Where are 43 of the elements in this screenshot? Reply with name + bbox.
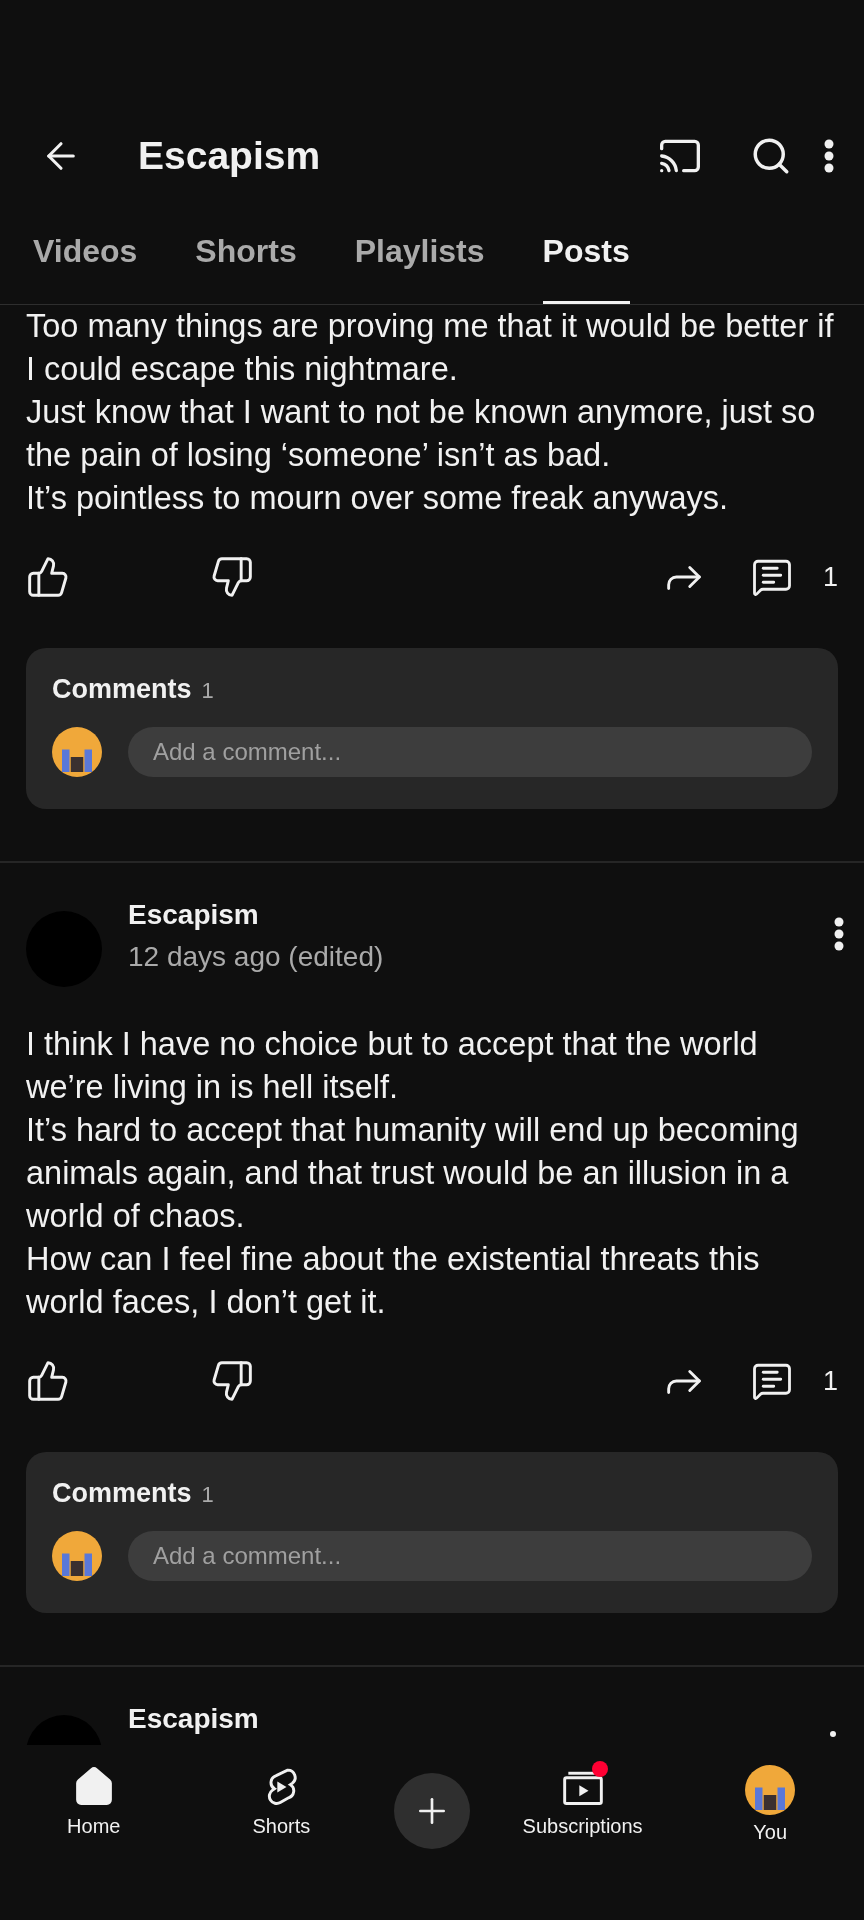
nav-label: You: [753, 1821, 788, 1844]
menu-icon: [824, 139, 834, 173]
comments-heading: Comments: [52, 674, 192, 705]
post-author: Escapism: [128, 899, 260, 931]
comment-field[interactable]: Add a comment...: [128, 1531, 812, 1581]
like-button[interactable]: [26, 1359, 70, 1403]
comments-count: 1: [201, 678, 214, 704]
comment-count: 1: [822, 1365, 838, 1397]
menu-icon: [834, 917, 844, 951]
post-menu-button[interactable]: [830, 1731, 836, 1737]
thumbs-down-icon: [210, 555, 254, 599]
dislike-button[interactable]: [210, 555, 254, 599]
thumbs-down-icon: [210, 1359, 254, 1403]
comments-count: 1: [201, 1482, 214, 1508]
nav-label: Subscriptions: [522, 1815, 643, 1838]
tab[interactable]: Videos: [33, 202, 138, 304]
post-time: 12 days ago (edited): [128, 941, 385, 973]
post-text: I think I have no choice but to accept that the world we’re living in is hell itself.: [26, 1025, 759, 1107]
nav-item[interactable]: You: [695, 1765, 846, 1844]
nav-label: Home: [67, 1815, 121, 1838]
tab[interactable]: Posts: [542, 202, 630, 304]
post-text: Just know that I want to not be known anymore, just so the pain of losing ‘someone’ isn’t as bad.: [26, 393, 817, 475]
post-text: Too many things are proving me that it would be better if I could escape this nightmare.: [26, 307, 835, 389]
post-text: How can I feel fine about the existential threats this world faces, I don’t get it.: [26, 1240, 761, 1322]
avatar: [52, 727, 102, 777]
thumbs-up-icon: [26, 555, 70, 599]
nav-label: Shorts: [252, 1815, 311, 1838]
dislike-button[interactable]: [210, 1359, 254, 1403]
nav-item[interactable]: Home: [18, 1765, 169, 1838]
avatar: [52, 1531, 102, 1581]
nav-item[interactable]: Shorts: [206, 1765, 357, 1838]
channel-title: Escapism: [138, 134, 322, 178]
like-button[interactable]: [26, 555, 70, 599]
nav-item[interactable]: Subscriptions: [507, 1765, 658, 1838]
comment-count: 1: [822, 561, 838, 593]
thumbs-up-icon: [26, 1359, 70, 1403]
post-text: It’s pointless to mourn over some freak anyways.: [26, 479, 730, 518]
post-text: It’s hard to accept that humanity will end up becoming animals again, and that trust would be an illusion in a world of chaos.: [26, 1111, 800, 1236]
tab[interactable]: Shorts: [195, 202, 297, 304]
comments-heading: Comments: [52, 1478, 192, 1509]
tab[interactable]: Playlists: [354, 202, 485, 304]
comment-field[interactable]: Add a comment...: [128, 727, 812, 777]
post-author: Escapism: [128, 1703, 260, 1735]
